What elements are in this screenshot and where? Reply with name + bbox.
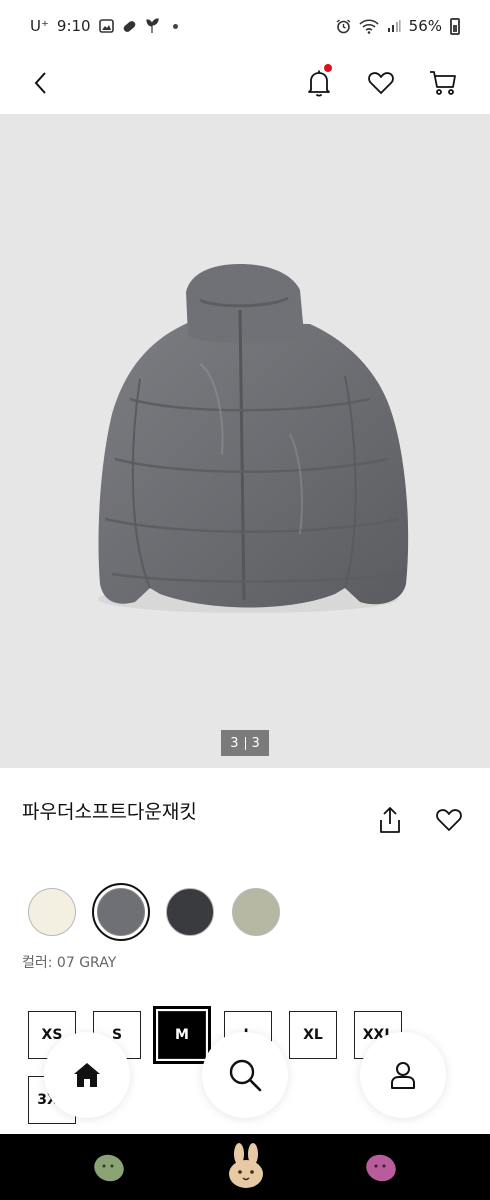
swatch-color [97, 888, 145, 936]
image-counter-total: 3 [251, 735, 260, 751]
back-chevron-icon [34, 72, 46, 94]
green-bean-icon[interactable] [92, 1152, 126, 1184]
status-bar: U⁺ 9:10 56% [0, 0, 490, 52]
search-button[interactable] [202, 1032, 288, 1118]
product-image[interactable]: 3 3 [0, 114, 490, 768]
home-button[interactable] [44, 1032, 130, 1118]
status-left: U⁺ 9:10 [30, 17, 178, 35]
battery-percent: 56% [408, 17, 442, 35]
notification-badge [324, 64, 332, 72]
size-option-m[interactable]: M [153, 1006, 211, 1064]
pill-icon [122, 19, 137, 34]
account-button[interactable] [360, 1032, 446, 1118]
swatch-off-white[interactable] [26, 886, 78, 938]
home-icon [74, 1063, 100, 1087]
notifications-button[interactable] [302, 64, 336, 100]
battery-icon [450, 17, 460, 35]
jacket-image [98, 264, 409, 613]
product-title: 파우더소프트다운재킷 [22, 801, 197, 823]
nav-actions [302, 64, 460, 100]
wishlist-nav-button[interactable] [364, 66, 398, 100]
status-right: 56% [336, 17, 460, 35]
swatch-color [166, 888, 214, 936]
bunny-icon[interactable] [226, 1142, 266, 1190]
swatch-color [232, 888, 280, 936]
image-counter-current: 3 [230, 735, 239, 751]
heart-icon [368, 72, 394, 94]
purple-bean-icon[interactable] [364, 1152, 398, 1184]
share-button[interactable] [374, 803, 406, 837]
image-counter: 3 3 [221, 730, 269, 756]
swatch-gray[interactable] [92, 883, 150, 941]
swatch-black[interactable] [164, 886, 216, 938]
plant-icon [145, 18, 159, 34]
search-icon [229, 1059, 262, 1092]
image-counter-divider [244, 736, 246, 750]
swatch-olive[interactable] [230, 886, 282, 938]
back-button[interactable] [24, 67, 56, 99]
more-dot-icon [172, 23, 178, 29]
swatch-color [28, 888, 76, 936]
cart-icon [430, 71, 456, 95]
bell-icon [308, 70, 330, 97]
top-navigation [0, 52, 490, 114]
carrier-label: U⁺ [30, 17, 49, 35]
wishlist-button[interactable] [433, 805, 465, 835]
cart-button[interactable] [426, 66, 460, 100]
color-label: 컬러: 07 GRAY [22, 955, 117, 971]
heart-icon [436, 809, 462, 831]
size-option-xl[interactable]: XL [289, 1011, 337, 1059]
color-swatches [26, 883, 282, 941]
status-time: 9:10 [56, 17, 91, 35]
gallery-icon [98, 19, 114, 33]
wifi-icon [359, 18, 379, 34]
bottom-bar [0, 1134, 490, 1200]
alarm-icon [336, 18, 351, 34]
user-icon [391, 1062, 415, 1089]
share-icon [380, 807, 400, 833]
signal-icon [387, 19, 401, 33]
